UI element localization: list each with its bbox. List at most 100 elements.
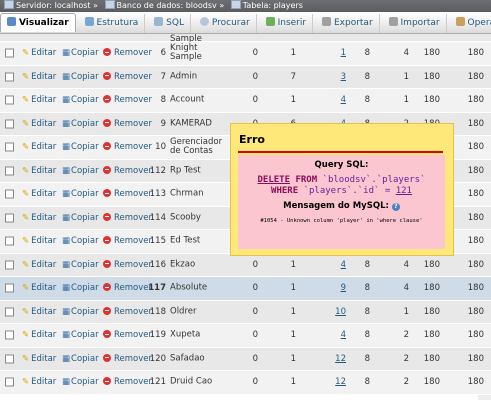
tab-insert[interactable]: Inserir bbox=[260, 14, 314, 33]
breadcrumb-database[interactable]: Banco de dados: bloodsv » bbox=[104, 0, 224, 12]
remove-link[interactable]: Remover bbox=[103, 48, 152, 58]
remove-link[interactable]: Remover bbox=[103, 306, 152, 317]
copy-icon: ▦ bbox=[62, 330, 71, 341]
cell-id: 7 bbox=[160, 71, 166, 82]
breadcrumb-table[interactable]: Tabela: players bbox=[230, 0, 303, 12]
remove-link[interactable]: Remover bbox=[103, 118, 152, 129]
tab-import[interactable]: Importar bbox=[383, 14, 447, 33]
operations-icon bbox=[455, 17, 465, 26]
sql-keyword-delete[interactable]: DELETE bbox=[258, 175, 291, 185]
cell-link[interactable]: 12 bbox=[335, 354, 346, 364]
copy-link[interactable]: ▦Copiar bbox=[62, 95, 99, 105]
help-icon[interactable]: ? bbox=[391, 203, 400, 211]
edit-link[interactable]: ✎ Editar bbox=[22, 307, 56, 317]
cell-value: 8 bbox=[364, 259, 370, 270]
copy-icon: ▦ bbox=[62, 306, 71, 317]
edit-link[interactable]: ✎ Editar bbox=[22, 354, 56, 364]
remove-link[interactable]: Remover bbox=[103, 212, 152, 223]
remove-icon bbox=[103, 236, 111, 245]
edit-link[interactable]: ✎ Editar bbox=[22, 213, 56, 223]
tab-export[interactable]: Exportar bbox=[316, 14, 380, 33]
copy-link[interactable]: ▦Copiar bbox=[62, 213, 99, 223]
table-row: ✎ Editar ▦Copiar Remover 121 Druid Cao 0 1 12 8 2 1… bbox=[0, 371, 491, 395]
tab-operations[interactable]: Operações bbox=[450, 14, 491, 33]
tab-structure[interactable]: Estrutura bbox=[79, 14, 146, 33]
row-checkbox[interactable] bbox=[5, 354, 14, 364]
remove-link[interactable]: Remover bbox=[103, 330, 152, 340]
remove-link[interactable]: Remover bbox=[103, 165, 152, 176]
remove-link[interactable]: Remover bbox=[103, 95, 152, 105]
edit-link[interactable]: ✎ Editar bbox=[22, 260, 56, 270]
copy-link[interactable]: ▦Copiar bbox=[62, 166, 99, 176]
edit-link[interactable]: ✎ Editar bbox=[22, 236, 56, 246]
edit-link[interactable]: ✎ Editar bbox=[22, 119, 56, 129]
tab-sql[interactable]: SQL bbox=[148, 14, 191, 33]
row-checkbox[interactable] bbox=[5, 72, 14, 82]
edit-link[interactable]: ✎ Editar bbox=[22, 95, 56, 105]
row-checkbox[interactable] bbox=[5, 213, 14, 223]
cell-name: Xupeta bbox=[170, 329, 201, 340]
cell-link[interactable]: 4 bbox=[341, 95, 346, 105]
remove-icon bbox=[103, 165, 111, 174]
pencil-icon: ✎ bbox=[22, 95, 30, 106]
copy-link[interactable]: ▦Copiar bbox=[62, 283, 99, 293]
remove-link[interactable]: Remover bbox=[103, 142, 152, 152]
row-checkbox[interactable] bbox=[5, 189, 14, 199]
tab-search[interactable]: Procurar bbox=[194, 14, 257, 33]
row-checkbox[interactable] bbox=[5, 166, 14, 176]
cell-link[interactable]: 4 bbox=[341, 330, 346, 340]
copy-link[interactable]: ▦Copiar bbox=[62, 72, 99, 82]
row-checkbox[interactable] bbox=[5, 260, 14, 270]
remove-link[interactable]: Remover bbox=[103, 236, 152, 246]
copy-link[interactable]: ▦Copiar bbox=[62, 189, 99, 199]
copy-link[interactable]: ▦Copiar bbox=[62, 307, 99, 317]
row-checkbox[interactable] bbox=[5, 307, 14, 317]
cell-link[interactable]: 9 bbox=[341, 283, 346, 293]
browse-icon bbox=[7, 17, 16, 26]
cell-link[interactable]: 4 bbox=[341, 260, 346, 270]
cell-name: Ed Test bbox=[170, 235, 201, 246]
copy-link[interactable]: ▦Copiar bbox=[62, 377, 99, 387]
cell-link[interactable]: 1 bbox=[341, 48, 346, 58]
row-checkbox[interactable] bbox=[5, 283, 14, 293]
cell-link[interactable]: 12 bbox=[335, 377, 346, 387]
row-checkbox[interactable] bbox=[5, 377, 14, 387]
edit-link[interactable]: ✎ Editar bbox=[22, 283, 56, 293]
copy-link[interactable]: ▦Copiar bbox=[62, 330, 99, 340]
mysql-message-label: Mensagem do MySQL: bbox=[283, 201, 389, 211]
cell-link[interactable]: 10 bbox=[335, 307, 346, 317]
copy-link[interactable]: ▦Copiar bbox=[62, 48, 99, 58]
copy-link[interactable]: ▦Copiar bbox=[62, 260, 99, 270]
edit-link[interactable]: ✎ Editar bbox=[22, 330, 56, 340]
cell-value: 180 bbox=[467, 142, 484, 153]
copy-link[interactable]: ▦Copiar bbox=[62, 354, 99, 364]
breadcrumb-server[interactable]: Servidor: localhost » bbox=[4, 0, 98, 12]
cell-link[interactable]: 3 bbox=[341, 72, 346, 82]
row-checkbox[interactable] bbox=[5, 236, 14, 246]
edit-link[interactable]: ✎ Editar bbox=[22, 72, 56, 82]
cell-id: 120 bbox=[149, 353, 166, 364]
table-row: ✎ Editar ▦Copiar Remover 8 Account 0 1 4 8 1 180 180 bbox=[0, 89, 491, 113]
remove-link[interactable]: Remover bbox=[103, 353, 152, 364]
copy-link[interactable]: ▦Copiar bbox=[62, 236, 99, 246]
edit-link[interactable]: ✎ Editar bbox=[22, 48, 56, 58]
edit-link[interactable]: ✎ Editar bbox=[22, 377, 56, 387]
remove-link[interactable]: Remover bbox=[103, 189, 152, 199]
row-checkbox[interactable] bbox=[5, 330, 14, 340]
row-checkbox[interactable] bbox=[5, 142, 14, 152]
tab-browse[interactable]: Visualizar bbox=[0, 13, 76, 32]
remove-link[interactable]: Remover bbox=[103, 377, 152, 387]
edit-link[interactable]: ✎ Editar bbox=[22, 166, 56, 176]
remove-link[interactable]: Remover bbox=[103, 71, 152, 82]
edit-link[interactable]: ✎ Editar bbox=[22, 142, 56, 152]
row-checkbox[interactable] bbox=[5, 48, 14, 58]
cell-value: 8 bbox=[364, 95, 370, 106]
row-checkbox[interactable] bbox=[5, 95, 14, 105]
copy-link[interactable]: ▦Copiar bbox=[62, 142, 99, 152]
row-checkbox[interactable] bbox=[5, 119, 14, 129]
edit-link[interactable]: ✎ Editar bbox=[22, 189, 56, 199]
remove-link[interactable]: Remover bbox=[103, 283, 152, 293]
remove-link[interactable]: Remover bbox=[103, 259, 152, 270]
copy-link[interactable]: ▦Copiar bbox=[62, 119, 99, 129]
sql-table: `bloodsv`.`players` bbox=[322, 175, 426, 185]
